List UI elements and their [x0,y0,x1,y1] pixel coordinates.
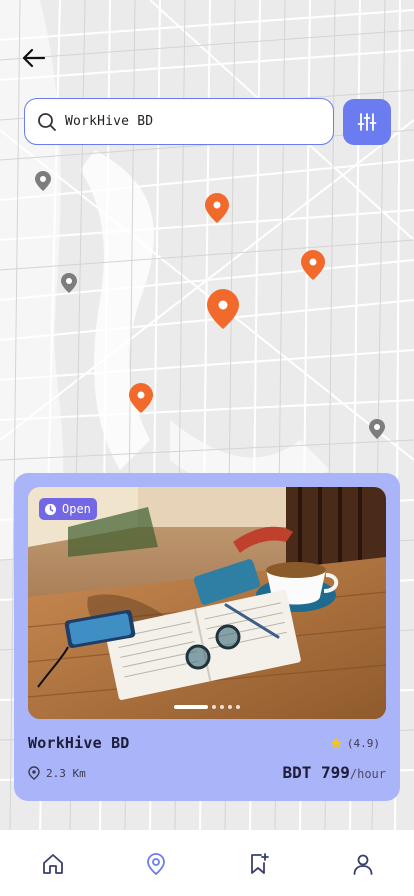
distance-value: 2.3 Km [46,766,86,780]
status-label: Open [62,502,91,516]
nav-saved[interactable] [244,850,272,878]
distance: 2.3 Km [28,766,86,780]
carousel-dot[interactable] [212,705,216,709]
carousel-dot[interactable] [220,705,224,709]
search-input[interactable]: WorkHive BD [65,114,153,129]
user-icon [353,854,373,875]
nav-map[interactable] [142,850,170,878]
arrow-left-icon [22,48,46,68]
workspace-image [28,487,386,719]
workspace-name[interactable]: WorkHive BD [28,734,130,752]
carousel-dot[interactable] [228,705,232,709]
price: BDT 799 /hour [282,763,386,782]
home-icon [43,854,63,874]
star-icon [330,737,342,749]
status-badge: Open [39,498,97,520]
nav-profile[interactable] [349,850,377,878]
map-pin-muted[interactable] [60,272,78,294]
nav-home[interactable] [39,850,67,878]
bottom-nav [0,830,414,896]
workspace-photo[interactable]: Open [28,487,386,719]
carousel-indicator[interactable] [28,705,386,709]
map-pin-muted[interactable] [368,418,386,440]
map-pin-workspace[interactable] [300,249,326,281]
map-pin-selected[interactable] [206,288,240,330]
search-icon [38,112,56,131]
carousel-dot-active[interactable] [174,705,208,709]
search-bar[interactable]: WorkHive BD [24,98,334,145]
carousel-dot[interactable] [236,705,240,709]
map-pin-workspace[interactable] [128,382,154,414]
workspace-card[interactable]: Open WorkHive BD (4.9) 2.3 Km BDT 799 /h… [14,473,400,801]
map-pin-muted[interactable] [34,170,52,192]
back-button[interactable] [18,42,50,74]
bookmark-plus-icon [251,853,269,874]
rating: (4.9) [329,736,380,750]
map-pin-icon [147,853,165,876]
sliders-icon [357,113,377,131]
rating-value: (4.9) [346,736,380,750]
clock-icon [44,503,57,515]
location-pin-icon [28,766,40,780]
map-pin-workspace[interactable] [204,192,230,224]
filter-button[interactable] [343,99,391,145]
price-unit: /hour [349,767,386,781]
price-amount: BDT 799 [282,763,350,782]
